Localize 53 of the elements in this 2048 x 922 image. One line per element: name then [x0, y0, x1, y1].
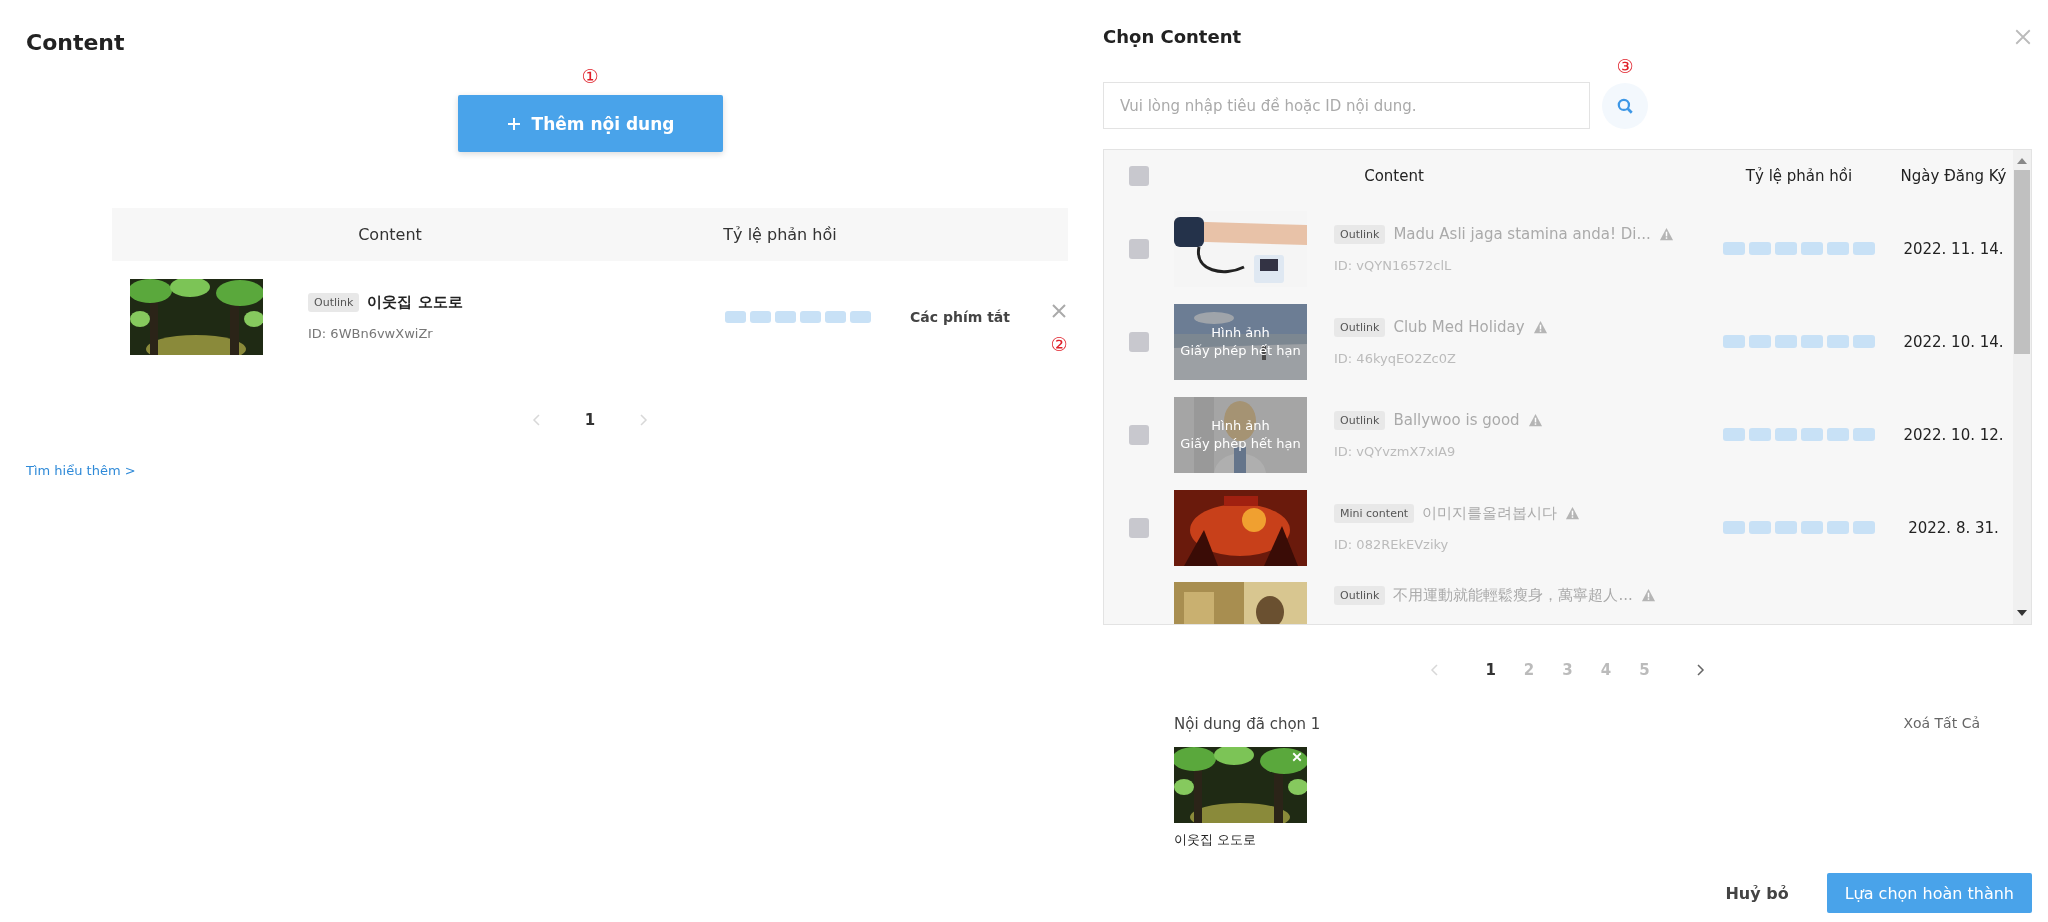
content-title: Ballywoo is good	[1393, 411, 1520, 429]
remove-icon[interactable]	[1291, 751, 1303, 763]
column-header: Tỷ lệ phản hồi	[1744, 167, 1854, 185]
cancel-button[interactable]: Huỷ bỏ	[1719, 882, 1795, 904]
date-text: 2022. 10. 12.	[1903, 425, 2004, 444]
content-id: ID: 082REkEVziky	[1334, 536, 1450, 552]
column-header: Content	[357, 225, 423, 244]
content-id: ID: 46kyqEO2Zc0Z	[1334, 350, 1457, 366]
content-title: 이미지를올려봅시다	[1422, 503, 1558, 523]
page-number[interactable]: 1	[1485, 661, 1496, 679]
learn-more-link[interactable]: Tìm hiểu thêm >	[26, 463, 136, 478]
date-text: 2022. 11. 14.	[1903, 239, 2004, 258]
type-badge: Outlink	[1334, 410, 1386, 430]
content-title: Madu Asli jaga stamina anda! Di...	[1393, 225, 1651, 243]
type-badge: Outlink	[1334, 317, 1386, 337]
add-content-button[interactable]: Thêm nội dung	[457, 95, 723, 152]
close-icon[interactable]	[2014, 27, 2032, 46]
search-icon	[1616, 97, 1634, 115]
column-header: Tỷ lệ phản hồi	[722, 225, 838, 244]
selected-count: Nội dung đã chọn 1	[1174, 715, 1321, 733]
close-icon[interactable]	[1051, 303, 1067, 319]
clear-all-link[interactable]: Xoá Tất Cả	[1903, 715, 1980, 733]
type-badge: Outlink	[1334, 224, 1386, 244]
date-text: 2022. 10. 14.	[1903, 332, 2004, 351]
type-badge: Outlink	[1334, 586, 1386, 605]
plus-icon	[505, 115, 522, 132]
annotation-number: ②	[1050, 333, 1068, 355]
shortcut-link[interactable]: Các phím tắt	[910, 309, 1050, 325]
checkbox[interactable]	[1129, 166, 1149, 186]
page-title: Content	[26, 30, 126, 55]
selected-title: 이웃집 오도로	[1174, 831, 1258, 849]
content-id: ID: vQYN16572clL	[1334, 257, 1453, 273]
expired-label: Hình ảnh	[1211, 416, 1270, 435]
type-badge: Mini content	[1334, 503, 1415, 523]
content-id: ID: vQYvzmX7xIA9	[1334, 443, 1457, 459]
content-title: 이웃집 오도로	[367, 293, 463, 312]
expired-label: Hình ảnh	[1211, 323, 1270, 342]
page-number[interactable]: 1	[584, 411, 596, 429]
content-title: Club Med Holiday	[1393, 318, 1525, 336]
type-badge: Outlink	[308, 293, 360, 312]
dialog-title: Chọn Content	[1103, 26, 1242, 47]
search-button[interactable]	[1602, 83, 1648, 129]
scrollbar[interactable]	[2013, 150, 2031, 624]
search-field[interactable]: Vui lòng nhập tiêu đề hoặc ID nội dung.	[1103, 82, 1590, 129]
date-text: 2022. 8. 31.	[1908, 518, 1999, 537]
content-title: 不用運動就能輕鬆瘦身，萬寧超人...	[1393, 586, 1633, 605]
column-header: Ngày Đăng Ký	[1899, 167, 2008, 185]
column-header: Content	[1363, 167, 1425, 185]
confirm-button[interactable]: Lựa chọn hoàn thành	[1826, 873, 2032, 913]
annotation-number: ③	[1616, 55, 1634, 77]
expired-label: Giấy phép hết hạn	[1180, 434, 1301, 453]
content-id: ID: 6WBn6vwXwiZr	[308, 326, 434, 341]
annotation-number: ①	[581, 65, 599, 87]
